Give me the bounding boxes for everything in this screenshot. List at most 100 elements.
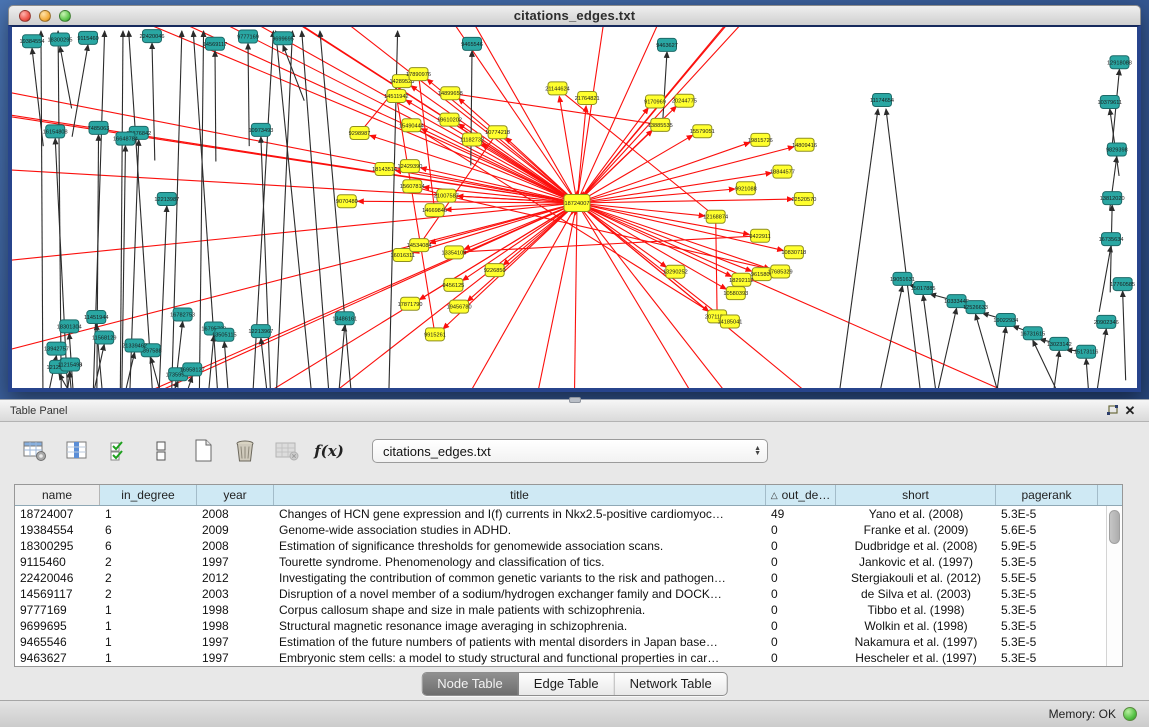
graph-node[interactable]: 10830718: [781, 246, 806, 259]
column-chooser-icon[interactable]: [62, 438, 92, 464]
graph-edge[interactable]: [923, 295, 935, 388]
graph-edge[interactable]: [1086, 359, 1088, 388]
graph-node[interactable]: 15173116: [1074, 345, 1098, 358]
graph-edge[interactable]: [1054, 351, 1059, 388]
graph-edge[interactable]: [12, 27, 577, 203]
graph-node[interactable]: 9298987: [349, 127, 371, 140]
graph-node[interactable]: 12213987: [154, 192, 179, 205]
graph-edge[interactable]: [12, 27, 577, 203]
graph-node[interactable]: 21764821: [575, 91, 600, 104]
graph-edge[interactable]: [12, 27, 577, 203]
graph-node[interactable]: 10973493: [248, 123, 273, 136]
graph-node[interactable]: 11182732: [460, 133, 484, 146]
graph-node[interactable]: 16735634: [1099, 233, 1124, 246]
graph-node[interactable]: 14809416: [792, 138, 817, 151]
graph-node[interactable]: 16958127: [180, 363, 205, 376]
zoom-window-button[interactable]: [59, 10, 71, 22]
tab-network-table[interactable]: Network Table: [615, 673, 727, 695]
graph-node[interactable]: 19384554: [20, 35, 45, 48]
table-row[interactable]: 946362711997Embryonic stem cells: a mode…: [15, 650, 1106, 666]
graph-node[interactable]: 9915261: [424, 328, 446, 341]
graph-node[interactable]: 19610202: [437, 113, 462, 126]
graph-node[interactable]: 18844577: [770, 165, 795, 178]
graph-node[interactable]: 9456125: [443, 278, 465, 291]
graph-node[interactable]: 14669846: [422, 204, 447, 217]
graph-edge[interactable]: [1099, 246, 1111, 312]
graph-edge[interactable]: [60, 46, 72, 108]
graph-node[interactable]: 18724007: [564, 195, 590, 212]
graph-edge[interactable]: [261, 338, 267, 388]
graph-node[interactable]: 20902346: [1094, 315, 1119, 328]
memory-ok-indicator[interactable]: [1123, 707, 1137, 721]
graph-node[interactable]: 11568129: [92, 331, 116, 344]
graph-node[interactable]: 14511942: [384, 89, 408, 102]
graph-node[interactable]: 17871790: [398, 297, 423, 310]
network-view[interactable]: 1938455418300295911546022420046145691179…: [8, 25, 1141, 392]
graph-node[interactable]: 19051631: [890, 272, 915, 285]
graph-node[interactable]: 15490444: [399, 119, 424, 132]
scrollbar-thumb[interactable]: [1109, 510, 1120, 544]
graph-node[interactable]: 12213967: [248, 325, 273, 338]
graph-node[interactable]: 17760585: [1110, 278, 1135, 291]
graph-node[interactable]: 11174654: [870, 94, 894, 107]
close-window-button[interactable]: [19, 10, 31, 22]
graph-edge[interactable]: [938, 308, 956, 388]
graph-edge[interactable]: [463, 203, 577, 280]
graph-node[interactable]: 9422911: [749, 229, 770, 242]
graph-node[interactable]: 21144624: [545, 82, 569, 95]
graph-node[interactable]: 9777169: [237, 30, 259, 43]
graph-node[interactable]: 10580393: [723, 287, 748, 300]
graph-node[interactable]: 18301304: [57, 320, 82, 333]
graph-node[interactable]: 16154808: [43, 125, 68, 138]
column-header-out_degree[interactable]: △out_de…: [766, 485, 836, 505]
graph-edge[interactable]: [976, 314, 997, 388]
graph-node[interactable]: 15017885: [911, 281, 936, 294]
table-settings-icon[interactable]: [20, 438, 50, 464]
graph-node[interactable]: 10774218: [485, 126, 510, 139]
graph-edge[interactable]: [215, 51, 216, 162]
graph-node[interactable]: 13290252: [663, 265, 688, 278]
graph-node[interactable]: 9699695: [272, 32, 294, 45]
graph-node[interactable]: 18292112: [729, 273, 753, 286]
graph-edge[interactable]: [464, 203, 577, 249]
graph-edge[interactable]: [471, 51, 472, 166]
graph-node[interactable]: 13486161: [332, 312, 357, 325]
table-row[interactable]: 1938455462009Genome-wide association stu…: [15, 522, 1106, 538]
graph-node[interactable]: 22420046: [140, 30, 165, 43]
graph-node[interactable]: 9115460: [77, 31, 98, 44]
graph-node[interactable]: 13885535: [648, 118, 673, 131]
new-column-icon[interactable]: [188, 438, 218, 464]
table-selector-dropdown[interactable]: citations_edges.txt ▲▼: [372, 439, 768, 463]
graph-node[interactable]: 13505115: [212, 328, 236, 341]
table-scrollbar[interactable]: [1106, 506, 1122, 666]
graph-node[interactable]: 14185041: [717, 315, 742, 328]
graph-node[interactable]: 9463627: [656, 38, 678, 51]
graph-edge[interactable]: [283, 45, 304, 100]
graph-edge[interactable]: [881, 286, 903, 388]
graph-edge[interactable]: [577, 130, 652, 203]
close-panel-icon[interactable]: ✕: [1121, 403, 1139, 419]
graph-edge[interactable]: [199, 31, 203, 388]
table-row[interactable]: 2242004622012Investigating the contribut…: [15, 570, 1106, 586]
graph-node[interactable]: 9170969: [644, 95, 666, 108]
table-row[interactable]: 1830029562008Estimation of significance …: [15, 538, 1106, 554]
graph-edge[interactable]: [339, 325, 345, 388]
column-header-title[interactable]: title: [274, 485, 766, 505]
graph-node[interactable]: 19815726: [748, 133, 773, 146]
graph-node[interactable]: 13942757: [44, 342, 69, 355]
graph-node[interactable]: 12429390: [397, 160, 422, 173]
column-header-name[interactable]: name: [15, 485, 100, 505]
split-handle[interactable]: [569, 397, 581, 403]
graph-edge[interactable]: [577, 108, 648, 203]
graph-node[interactable]: 16731615: [1020, 327, 1045, 340]
graph-edge[interactable]: [997, 327, 1005, 388]
graph-edge[interactable]: [450, 93, 660, 125]
graph-edge[interactable]: [716, 217, 717, 317]
graph-edge[interactable]: [224, 342, 228, 388]
table-row[interactable]: 969969511998Structural magnetic resonanc…: [15, 618, 1106, 634]
graph-node[interactable]: 9921088: [735, 182, 757, 195]
graph-node[interactable]: 18143514: [372, 163, 397, 176]
graph-node[interactable]: 17685329: [768, 265, 793, 278]
graph-edge[interactable]: [577, 203, 981, 388]
table-row[interactable]: 946554611997Estimation of the future num…: [15, 634, 1106, 650]
